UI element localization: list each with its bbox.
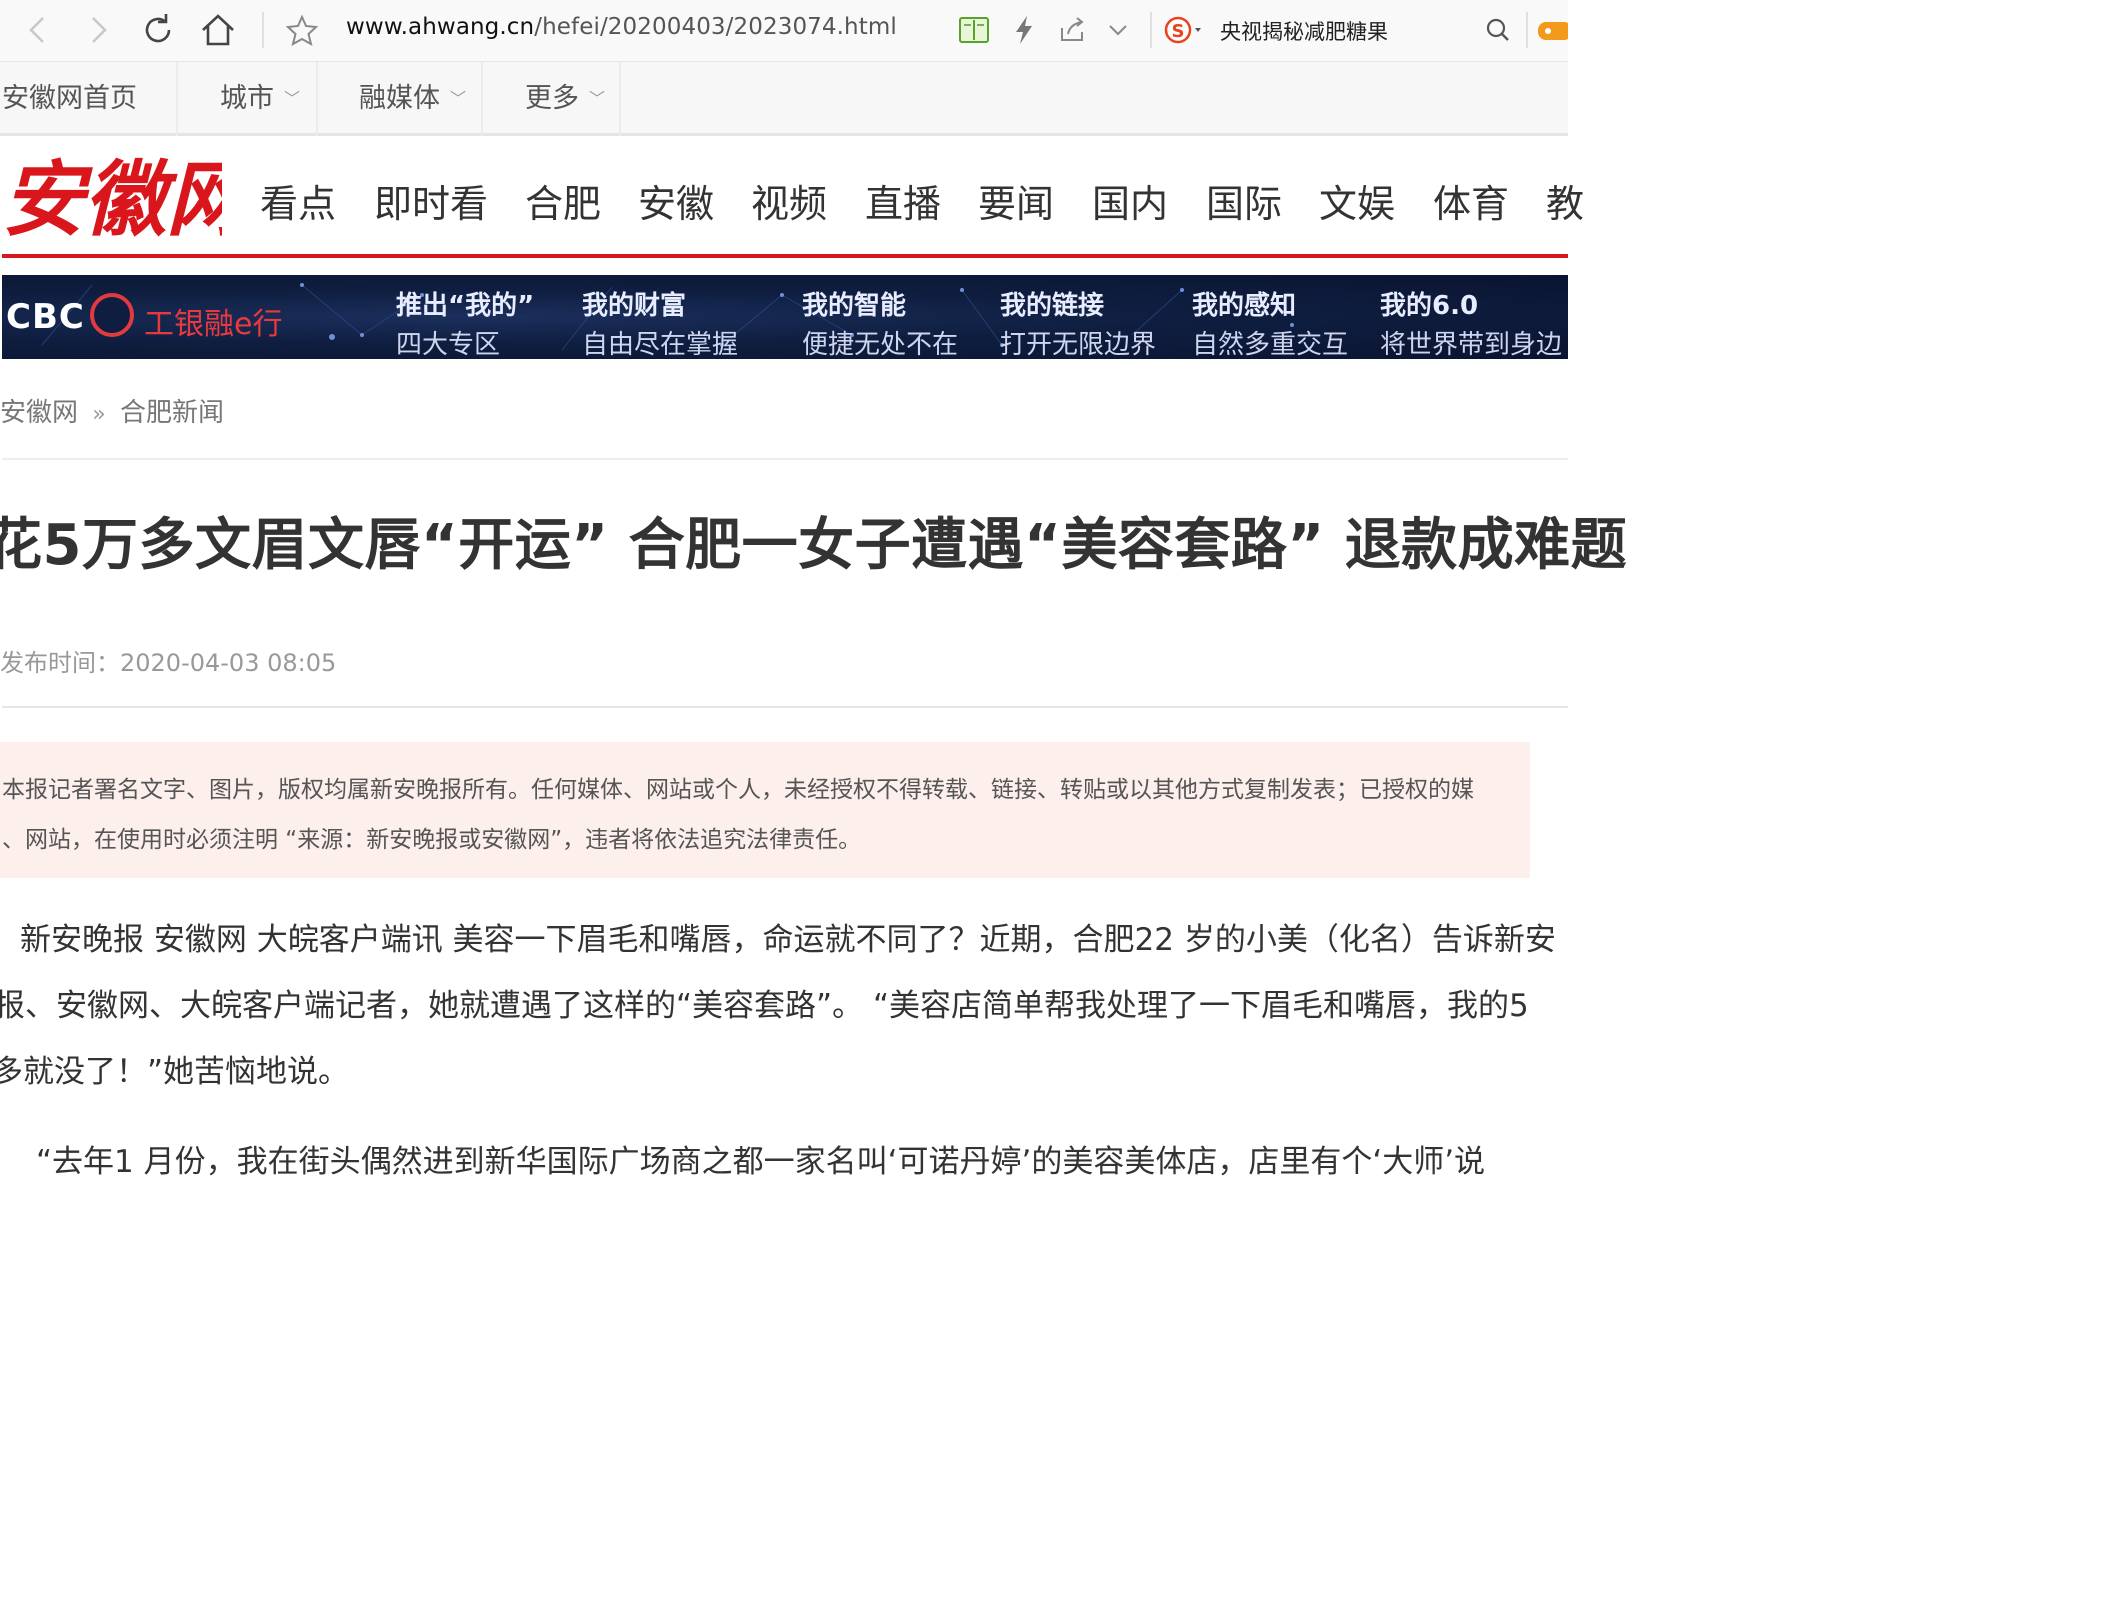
topnav-item-label: 城市 <box>220 83 274 114</box>
url-path: /hefei/20200403/2023074.html <box>534 14 897 40</box>
notice-line: 、网站，在使用时必须注明 “来源：新安晚报或安徽网”，违者将依法追究法律责任。 <box>2 827 862 853</box>
banner-bank-name: 工银融e行 <box>144 307 283 342</box>
banner-segment-title: 我的感知 <box>1192 291 1297 321</box>
toolbar-divider <box>1150 12 1152 48</box>
browser-toolbar: www.ahwang.cn/hefei/20200403/2023074.htm… <box>0 0 1572 62</box>
copyright-notice: 本报记者署名文字、图片，版权均属新安晚报所有。任何媒体、网站或个人，未经授权不得… <box>0 742 1530 878</box>
search-icon[interactable] <box>1476 8 1520 52</box>
divider <box>2 458 1568 460</box>
channel-link[interactable]: 直播 <box>865 173 941 228</box>
banner-segment: 我的智能便捷无处不在 <box>802 285 958 359</box>
banner-segment-sub: 四大专区 <box>396 330 501 359</box>
logo-text: 安徽网 <box>2 152 222 246</box>
channel-link[interactable]: 安徽 <box>638 173 714 228</box>
channel-link[interactable]: 看点 <box>260 173 336 228</box>
channel-link[interactable]: 国际 <box>1206 173 1282 228</box>
topnav-item-media[interactable]: 融媒体 ﹀ <box>318 62 483 136</box>
channel-link[interactable]: 视频 <box>751 173 827 228</box>
banner-segment: 我的财富自由尽在掌握 <box>582 285 738 359</box>
svg-text:S: S <box>1172 21 1185 42</box>
channel-link[interactable]: 要闻 <box>978 173 1054 228</box>
breadcrumb-separator: » <box>92 402 106 427</box>
banner-segment-title: 我的财富 <box>582 291 687 321</box>
breadcrumb-current-link[interactable]: 合肥新闻 <box>120 398 224 428</box>
banner-segment-title: 我的6.0 <box>1380 291 1479 321</box>
channel-link[interactable]: 教 <box>1546 173 1584 228</box>
back-icon[interactable] <box>16 8 60 52</box>
banner-brand: CBC <box>6 297 85 337</box>
banner-segment-sub: 自然多重交互 <box>1192 330 1349 359</box>
banner-segment-title: 推出“我的” <box>396 291 535 321</box>
chevron-down-icon: ﹀ <box>450 89 467 108</box>
banner-segment-sub: 便捷无处不在 <box>802 330 959 359</box>
gamepad-icon[interactable] <box>1534 8 1572 52</box>
divider <box>2 706 1568 708</box>
breadcrumb-root-link[interactable]: 安徽网 <box>0 398 78 428</box>
banner-ad[interactable]: CBC 工银融e行 推出“我的” 四大专区 我的财富自由尽在掌握 我的智能便捷无处… <box>2 275 1568 359</box>
toolbar-divider <box>262 12 264 48</box>
topnav-item-label: 安徽网首页 <box>2 83 137 114</box>
article-paragraph-line: 报、安徽网、大皖客户端记者，她就遭遇了这样的“美容套路”。 “美容店简单帮我处理… <box>0 988 1529 1024</box>
banner-segment-sub: 打开无限边界 <box>1000 330 1157 359</box>
chevron-down-icon: ﹀ <box>284 89 301 108</box>
search-query[interactable]: 央视揭秘减肥糖果 <box>1220 16 1388 46</box>
reload-icon[interactable] <box>136 8 180 52</box>
banner-segment: 我的感知自然多重交互 <box>1192 285 1348 359</box>
banner-segment-title: 我的链接 <box>1000 291 1105 321</box>
channel-link[interactable]: 国内 <box>1092 173 1168 228</box>
article-headline: 花5万多文眉文唇“开运” 合肥一女子遭遇“美容套路” 退款成难题 <box>0 513 1628 578</box>
icbc-logo-icon <box>90 293 134 337</box>
url-host: www.ahwang.cn <box>346 14 535 40</box>
publish-time: 发布时间：2020-04-03 08:05 <box>0 649 337 677</box>
banner-segment-sub: 将世界带到身边 <box>1380 330 1563 359</box>
breadcrumb: 安徽网 » 合肥新闻 <box>0 392 224 429</box>
article-paragraph-line: 新安晚报 安徽网 大皖客户端讯 美容一下眉毛和嘴唇，命运就不同了？近期，合肥22… <box>20 922 1556 958</box>
banner-segment: 我的6.0 将世界带到身边 <box>1380 285 1562 359</box>
topnav-item-label: 更多 <box>525 83 579 114</box>
topnav-item-home[interactable]: 安徽网首页 <box>0 62 178 136</box>
channel-link[interactable]: 合肥 <box>525 173 601 228</box>
banner-segment-title: 我的智能 <box>802 291 907 321</box>
chevron-down-icon: ﹀ <box>589 89 606 108</box>
banner-segment-sub: 自由尽在掌握 <box>582 330 739 359</box>
bookmark-star-icon[interactable] <box>280 8 324 52</box>
channel-link[interactable]: 即时看 <box>374 173 488 228</box>
address-bar[interactable]: www.ahwang.cn/hefei/20200403/2023074.htm… <box>346 14 897 40</box>
search-engine-icon[interactable]: S <box>1160 8 1204 52</box>
article-paragraph-line: 多就没了！”她苦恼地说。 <box>0 1054 350 1090</box>
topnav-item-label: 融媒体 <box>359 83 440 114</box>
share-icon[interactable] <box>1050 8 1094 52</box>
topnav-item-city[interactable]: 城市 ﹀ <box>178 62 318 136</box>
site-logo[interactable]: 安徽网 <box>2 150 259 248</box>
chevron-down-icon[interactable] <box>1096 8 1140 52</box>
reader-mode-icon[interactable] <box>952 8 996 52</box>
site-top-nav: 安徽网首页 城市 ﹀ 融媒体 ﹀ 更多 ﹀ <box>0 62 1568 136</box>
home-icon[interactable] <box>196 8 240 52</box>
flash-icon[interactable] <box>1002 8 1046 52</box>
topnav-item-more[interactable]: 更多 ﹀ <box>483 62 621 136</box>
notice-line: 本报记者署名文字、图片，版权均属新安晚报所有。任何媒体、网站或个人，未经授权不得… <box>2 777 1474 803</box>
banner-segment: 推出“我的” 四大专区 <box>396 285 534 359</box>
article-paragraph-line: “去年1 月份，我在街头偶然进到新华国际广场商之都一家名叫‘可诺丹婷’的美容美体… <box>36 1144 1486 1180</box>
header-divider <box>2 254 1568 258</box>
channel-link[interactable]: 体育 <box>1433 173 1509 228</box>
channel-link[interactable]: 文娱 <box>1319 173 1395 228</box>
forward-icon[interactable] <box>76 8 120 52</box>
banner-segment: 我的链接打开无限边界 <box>1000 285 1156 359</box>
toolbar-divider <box>1526 12 1528 48</box>
